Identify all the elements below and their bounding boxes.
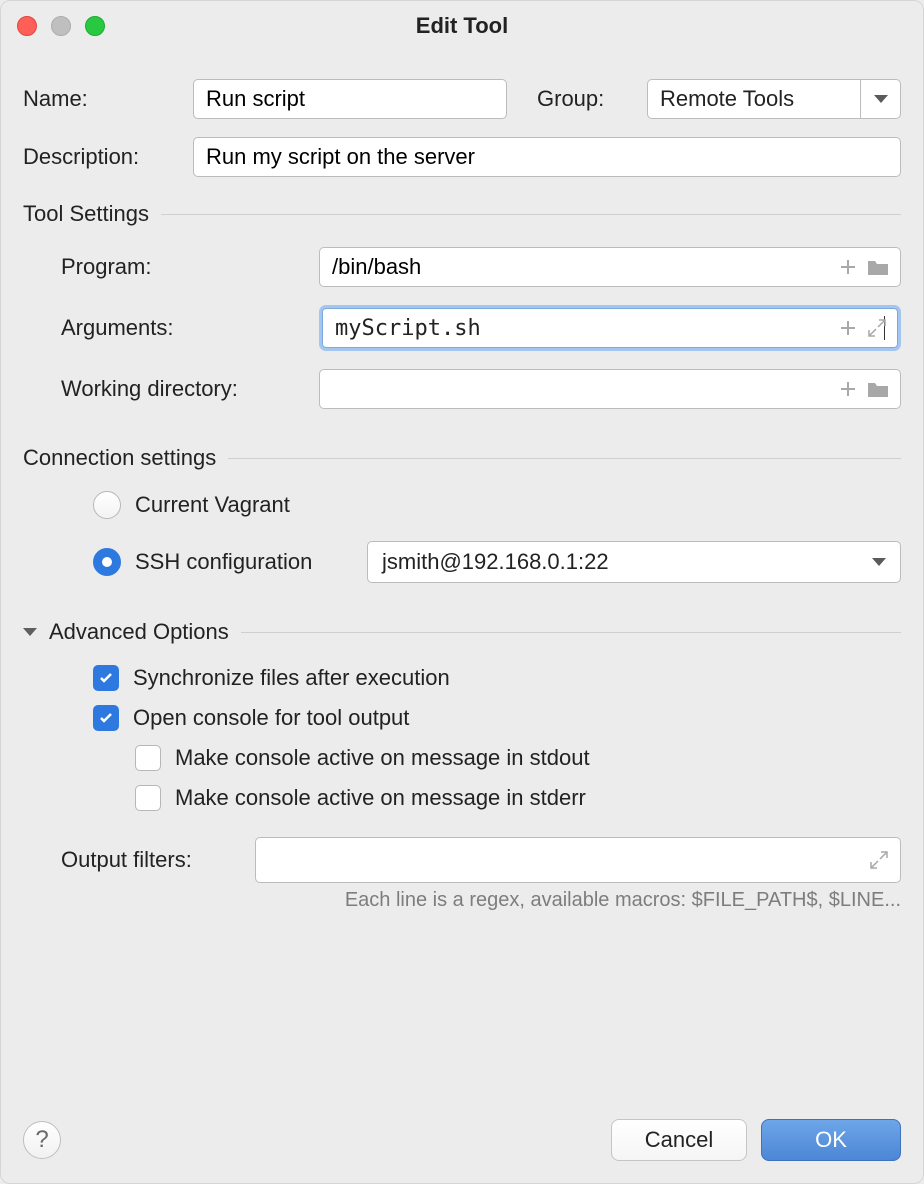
separator <box>228 458 901 459</box>
disclosure-triangle-icon[interactable] <box>23 628 37 636</box>
name-label: Name: <box>23 86 193 112</box>
sync-files-row[interactable]: Synchronize files after execution <box>23 665 901 691</box>
ssh-config-value: jsmith@192.168.0.1:22 <box>382 549 609 575</box>
output-filters-label: Output filters: <box>23 847 255 873</box>
chevron-down-icon <box>874 95 888 103</box>
insert-macro-icon[interactable] <box>839 380 857 398</box>
stderr-active-checkbox[interactable] <box>135 785 161 811</box>
program-label: Program: <box>23 254 319 280</box>
sync-files-checkbox[interactable] <box>93 665 119 691</box>
arguments-label: Arguments: <box>23 315 319 341</box>
close-window-icon[interactable] <box>17 16 37 36</box>
arguments-input[interactable]: myScript.sh <box>335 316 885 341</box>
titlebar: Edit Tool <box>1 1 923 51</box>
minimize-window-icon <box>51 16 71 36</box>
advanced-options-label: Advanced Options <box>49 619 229 645</box>
vagrant-radio[interactable] <box>93 491 121 519</box>
advanced-options-header[interactable]: Advanced Options <box>23 619 901 645</box>
open-console-checkbox[interactable] <box>93 705 119 731</box>
sync-files-label: Synchronize files after execution <box>133 665 450 691</box>
ssh-radio-row[interactable]: SSH configuration jsmith@192.168.0.1:22 <box>23 541 901 583</box>
zoom-window-icon[interactable] <box>85 16 105 36</box>
dialog-footer: ? Cancel OK <box>1 1101 923 1183</box>
expand-field-icon[interactable] <box>867 318 887 338</box>
description-label: Description: <box>23 144 193 170</box>
connection-settings-header: Connection settings <box>23 445 901 471</box>
stdout-active-row[interactable]: Make console active on message in stdout <box>23 745 901 771</box>
group-dropdown-button[interactable] <box>860 80 900 118</box>
program-input[interactable] <box>319 247 901 287</box>
edit-tool-dialog: Edit Tool Name: Group: Remote Tools Desc… <box>0 0 924 1184</box>
vagrant-radio-label: Current Vagrant <box>135 492 290 518</box>
description-input[interactable] <box>193 137 901 177</box>
connection-settings-label: Connection settings <box>23 445 216 471</box>
group-label: Group: <box>537 86 647 112</box>
stdout-active-checkbox[interactable] <box>135 745 161 771</box>
expand-field-icon[interactable] <box>869 850 889 870</box>
name-input[interactable] <box>193 79 507 119</box>
open-console-label: Open console for tool output <box>133 705 409 731</box>
group-combobox[interactable]: Remote Tools <box>647 79 901 119</box>
browse-folder-icon[interactable] <box>867 258 889 276</box>
separator <box>241 632 901 633</box>
browse-folder-icon[interactable] <box>867 380 889 398</box>
tool-settings-header: Tool Settings <box>23 201 901 227</box>
vagrant-radio-row[interactable]: Current Vagrant <box>23 491 901 519</box>
ok-button[interactable]: OK <box>761 1119 901 1161</box>
open-console-row[interactable]: Open console for tool output <box>23 705 901 731</box>
output-filters-input[interactable] <box>255 837 901 883</box>
chevron-down-icon <box>872 558 886 566</box>
working-directory-input[interactable] <box>319 369 901 409</box>
working-directory-label: Working directory: <box>23 376 319 402</box>
window-controls <box>17 16 105 36</box>
group-value: Remote Tools <box>648 86 860 112</box>
separator <box>161 214 901 215</box>
help-button[interactable]: ? <box>23 1121 61 1159</box>
ssh-radio[interactable] <box>93 548 121 576</box>
stderr-active-label: Make console active on message in stderr <box>175 785 586 811</box>
tool-settings-label: Tool Settings <box>23 201 149 227</box>
ssh-config-dropdown[interactable]: jsmith@192.168.0.1:22 <box>367 541 901 583</box>
output-filters-helper: Each line is a regex, available macros: … <box>23 889 901 912</box>
window-title: Edit Tool <box>416 13 508 39</box>
insert-macro-icon[interactable] <box>839 319 857 337</box>
cancel-button[interactable]: Cancel <box>611 1119 747 1161</box>
stdout-active-label: Make console active on message in stdout <box>175 745 590 771</box>
insert-macro-icon[interactable] <box>839 258 857 276</box>
stderr-active-row[interactable]: Make console active on message in stderr <box>23 785 901 811</box>
ssh-radio-label: SSH configuration <box>135 549 353 575</box>
